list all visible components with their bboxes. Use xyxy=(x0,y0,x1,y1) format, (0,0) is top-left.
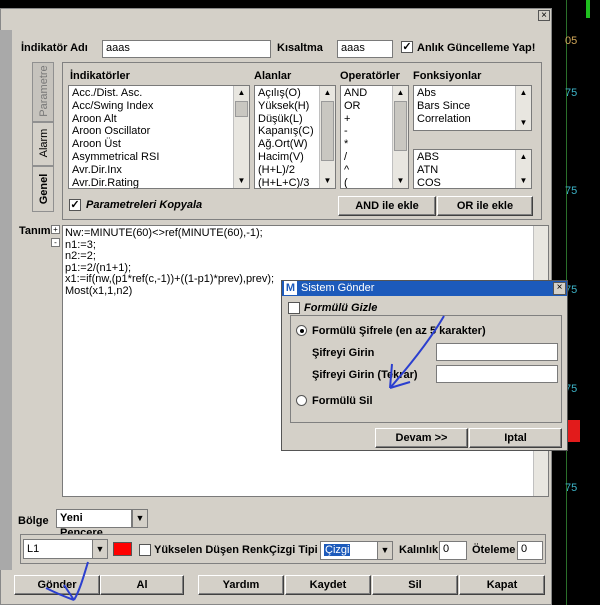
arrow-annotation xyxy=(389,315,445,389)
annotation-overlay xyxy=(45,315,445,601)
checkmark-annotation xyxy=(45,561,89,601)
